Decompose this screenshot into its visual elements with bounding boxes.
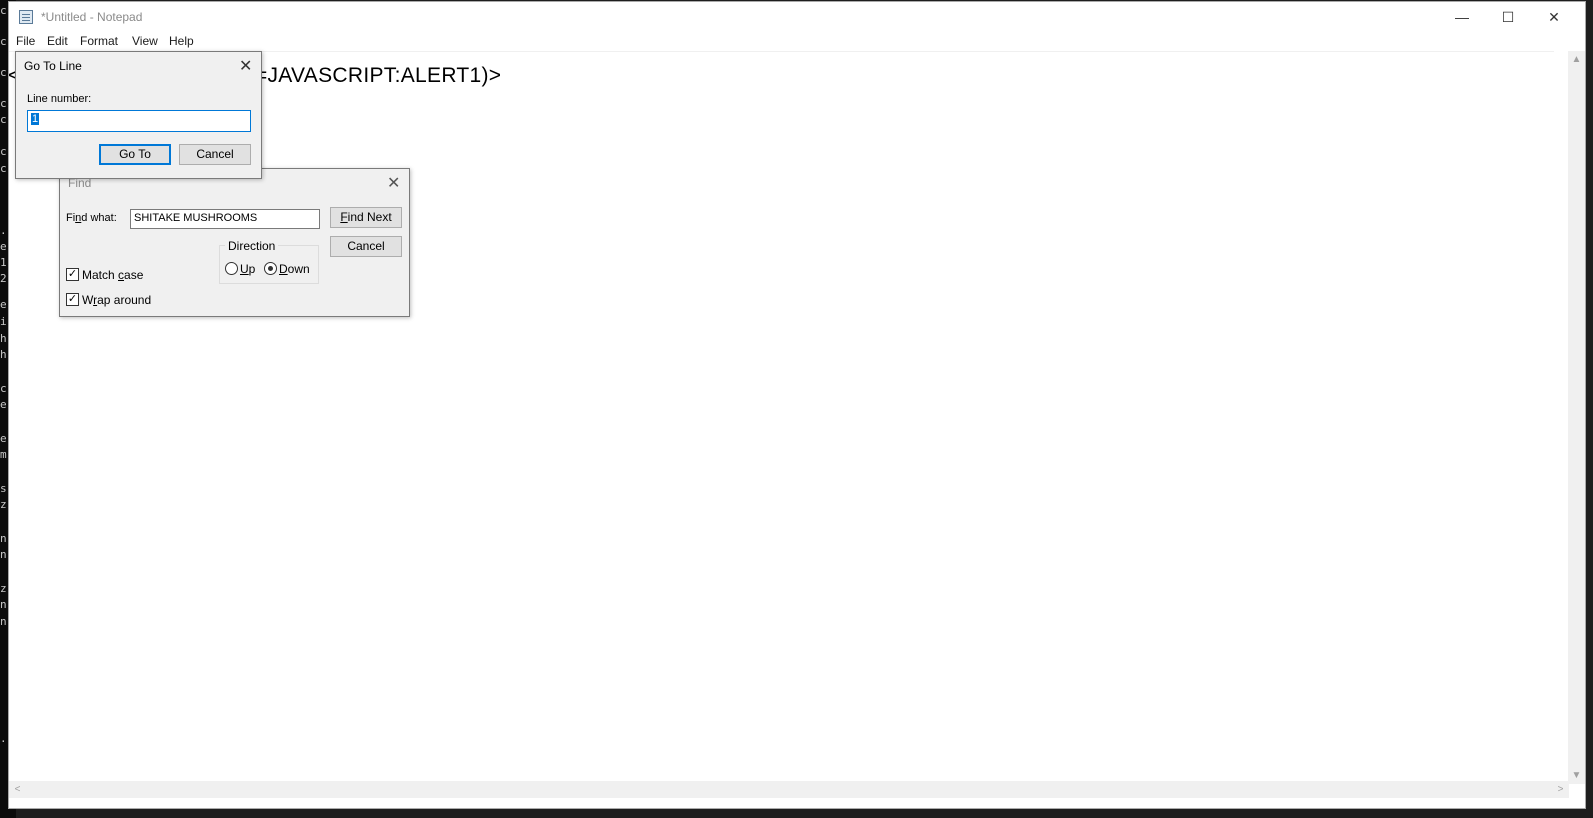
menu-edit[interactable]: Edit <box>47 34 68 48</box>
menu-view[interactable]: View <box>132 34 158 48</box>
window-title: *Untitled - Notepad <box>41 10 143 24</box>
scroll-left-arrow-icon[interactable]: < <box>9 781 26 798</box>
terminal-char: c <box>0 113 7 126</box>
terminal-char: c <box>0 4 7 17</box>
find-close-icon[interactable]: ✕ <box>387 173 400 193</box>
wrap-around-checkbox[interactable]: ✓ <box>66 293 79 306</box>
goto-close-icon[interactable]: ✕ <box>239 56 252 76</box>
terminal-char: h <box>0 348 7 361</box>
terminal-char: n <box>0 598 7 611</box>
menu-format[interactable]: Format <box>80 34 118 48</box>
terminal-char: n <box>0 548 7 561</box>
direction-label: Direction <box>225 239 279 253</box>
goto-line-dialog: Go To Line ✕ Line number: 1 Go To Cancel <box>15 51 262 179</box>
notepad-icon <box>19 10 33 24</box>
terminal-char: c <box>0 382 7 395</box>
goto-button[interactable]: Go To <box>99 144 171 165</box>
radio-selected-dot <box>268 266 273 271</box>
terminal-char: s <box>0 482 7 495</box>
close-button[interactable]: ✕ <box>1531 2 1577 32</box>
direction-up-radio[interactable] <box>225 262 238 275</box>
find-dialog: Find ✕ Find what: SHITAKE MUSHROOMS Find… <box>59 168 410 317</box>
find-what-label: Find what: <box>66 212 117 224</box>
terminal-char: z <box>0 582 7 595</box>
vertical-scrollbar[interactable]: ▲ ▼ <box>1568 51 1585 784</box>
scroll-up-arrow-icon[interactable]: ▲ <box>1568 51 1585 68</box>
terminal-char: e <box>0 298 7 311</box>
terminal-char: e <box>0 398 7 411</box>
menu-help[interactable]: Help <box>169 34 194 48</box>
find-what-input[interactable]: SHITAKE MUSHROOMS <box>130 209 320 229</box>
terminal-char: n <box>0 532 7 545</box>
menu-file[interactable]: File <box>16 34 35 48</box>
goto-dialog-title: Go To Line <box>24 59 82 73</box>
wrap-around-label: Wrap around <box>82 293 152 307</box>
terminal-char: . <box>0 732 7 745</box>
goto-cancel-button[interactable]: Cancel <box>179 144 251 165</box>
terminal-char: c <box>0 97 7 110</box>
terminal-char: e <box>0 240 7 253</box>
terminal-char: z <box>0 498 7 511</box>
line-number-input[interactable]: 1 <box>27 110 251 132</box>
terminal-char: m <box>0 448 7 461</box>
title-bar[interactable]: *Untitled - Notepad — ☐ ✕ <box>9 2 1585 32</box>
terminal-char: c <box>0 145 7 158</box>
terminal-char: c <box>0 66 7 79</box>
scroll-right-arrow-icon[interactable]: > <box>1552 781 1569 798</box>
terminal-char: h <box>0 332 7 345</box>
line-number-label: Line number: <box>27 93 92 105</box>
horizontal-scrollbar[interactable]: < > <box>9 781 1569 798</box>
find-next-button[interactable]: Find Next <box>330 207 402 228</box>
line-number-value: 1 <box>31 113 40 125</box>
terminal-char: c <box>0 35 7 48</box>
scroll-down-arrow-icon[interactable]: ▼ <box>1568 767 1585 784</box>
minimize-button[interactable]: — <box>1439 2 1485 32</box>
terminal-char: c <box>0 162 7 175</box>
direction-down-radio[interactable] <box>264 262 277 275</box>
match-case-label: Match case <box>82 268 144 282</box>
terminal-char: 2 <box>0 272 7 285</box>
maximize-button[interactable]: ☐ <box>1485 2 1531 32</box>
terminal-char: 1 <box>0 256 7 269</box>
terminal-char: n <box>0 615 7 628</box>
direction-down-label: Down <box>279 262 310 276</box>
terminal-char: . <box>0 224 7 237</box>
menu-bar: File Edit Format View Help <box>9 32 1585 52</box>
terminal-char: i <box>0 315 7 328</box>
direction-up-label: Up <box>240 262 256 276</box>
terminal-char: e <box>0 432 7 445</box>
match-case-checkbox[interactable]: ✓ <box>66 268 79 281</box>
find-cancel-button[interactable]: Cancel <box>330 236 402 257</box>
